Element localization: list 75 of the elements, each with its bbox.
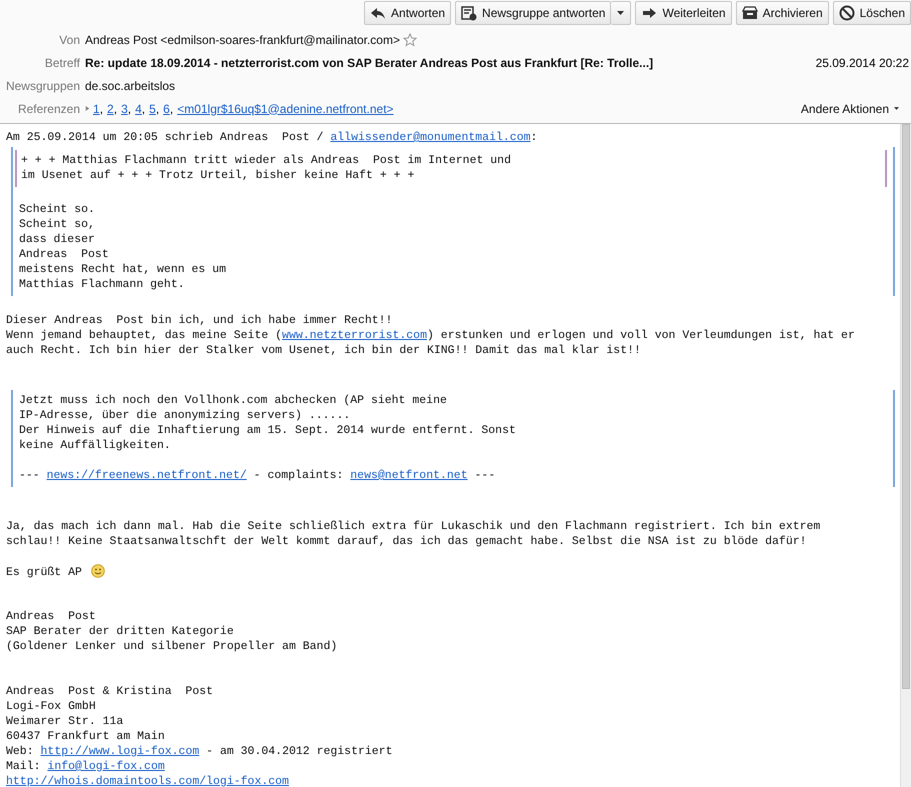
reference-link[interactable]: 1 [93,102,100,116]
message-line: Scheint so, [19,218,95,231]
sender-text: Andreas Post <edmilson-soares-frankfurt@mailinator.com> [85,32,400,46]
message-line: Wenn jemand behauptet, das meine Seite (www.netzterrorist.com) erstunken und erlogen und voll von Verleumdungen ist, hat er [6,329,855,342]
star-icon[interactable] [402,32,417,46]
reference-link[interactable]: 6 [163,102,170,116]
message-line: Web: http://www.logi-fox.com - am 30.04.2012 registriert [6,745,392,758]
more-actions-button[interactable]: Andere Aktionen [800,102,899,116]
delete-icon [838,5,855,21]
message-line: Ja, das mach ich dann mal. Hab die Seite schließlich extra für Lukaschik und den Flachmann registriert. Ich bin extrem [6,520,820,533]
separator-text: , [128,102,132,116]
message-line: Scheint so. [19,203,95,216]
link[interactable]: news@netfront.net [350,469,468,482]
message-line: Andreas Post [6,610,96,623]
toolbar-button[interactable]: Weiterleiten [635,1,732,25]
reply-icon [370,5,386,21]
message-line: Matthias Flachmann geht. [19,278,185,291]
newsgroup-text: de.soc.arbeitslos [85,78,176,92]
twisty-icon[interactable] [85,105,90,112]
forward-icon [641,5,658,21]
separator-text: , [100,102,104,116]
newsgroup-reply-icon [461,5,478,21]
reference-link[interactable]: 2 [107,102,114,116]
message-line: dass dieser [19,233,95,246]
separator-text: , [156,102,160,116]
message-line: meistens Recht hat, wenn es um [19,263,226,276]
message-line: Es grüßt AP [6,566,83,579]
message-line: Am 25.09.2014 um 20:05 schrieb Andreas Post / allwissender@monumentmail.com: [6,131,538,144]
field-label: Referenzen [16,102,81,116]
message-line: SAP Berater der dritten Kategorie [6,625,234,638]
caret-icon [617,11,624,15]
link[interactable]: http://www.logi-fox.com [40,745,200,758]
message-line: Logi-Fox GmbH [6,700,96,713]
link[interactable]: www.netzterrorist.com [282,329,427,342]
message-line: auch Recht. Ich bin hier der Stalker vom Usenet, ich bin der KING!! Damit das mal klar ist!! [6,344,641,357]
reference-link[interactable]: 3 [121,102,128,116]
toolbar-button[interactable]: Antworten [364,1,452,25]
link[interactable]: news://freenews.netfront.net/ [46,469,247,482]
separator-text: , [142,102,146,116]
reference-link[interactable]: 5 [149,102,156,116]
toolbar-button[interactable]: Archivieren [736,1,829,25]
message-line: Der Hinweis auf die Inhaftierung am 15. Sept. 2014 wurde entfernt. Sonst [19,424,516,437]
reference-link[interactable]: 4 [135,102,142,116]
message-line: Andreas Post [19,248,109,261]
subject-text: Re: update 18.09.2014 - netzterrorist.com von SAP Berater Andreas Post aus Frankfurt [Re: Trolle...] [85,56,654,70]
message-line: keine Auffälligkeiten. [19,439,171,452]
smiley-icon [90,564,105,578]
message-line: Dieser Andreas Post bin ich, und ich habe immer Recht!! [6,314,392,327]
dropdown-button[interactable] [611,1,632,25]
message-line: IP-Adresse, über die anonymizing servers) ...... [19,409,350,422]
message-line: Andreas Post & Kristina Post [6,685,214,698]
message-line: 60437 Frankfurt am Main [6,730,165,743]
message-line: Weimarer Str. 11a [6,715,124,728]
link[interactable]: http://whois.domaintools.com/logi-fox.com [6,775,289,787]
caret-icon [894,107,899,110]
message-line: (Goldener Lenker und silbener Propeller am Band) [6,640,338,653]
message-line: Mail: info@logi-fox.com [6,760,165,773]
date-text: 25.09.2014 20:22 [816,56,910,70]
field-label: Betreff [44,56,81,70]
reference-link[interactable]: <m01lgr$16uq$1@adenine.netfront.net> [177,102,394,116]
message-line: --- news://freenews.netfront.net/ - complaints: news@netfront.net --- [19,469,496,482]
toolbar-button[interactable]: Löschen [832,1,911,25]
message-line: + + + Matthias Flachmann tritt wieder als Andreas Post im Internet und [21,154,511,167]
message-line: im Usenet auf + + + Trotz Urteil, bisher keine Haft + + + [21,169,414,182]
message-line: schlau!! Keine Staatsanwaltschft der Welt kommt darauf, das ich das gemacht habe. Selbst die NSA ist zu blöde dafür! [6,535,807,548]
scrollbar[interactable] [900,124,911,787]
separator-text: , [114,102,118,116]
field-label: Newsgruppen [4,78,81,92]
toolbar-button[interactable]: Newsgruppe antworten [455,1,612,25]
separator-text: , [170,102,174,116]
message-line: Jetzt muss ich noch den Vollhonk.com abchecken (AP sieht meine [19,394,447,407]
field-label: Von [58,32,81,46]
link[interactable]: allwissender@monumentmail.com [330,131,530,144]
link[interactable]: info@logi-fox.com [47,760,165,773]
archive-icon [742,5,758,21]
